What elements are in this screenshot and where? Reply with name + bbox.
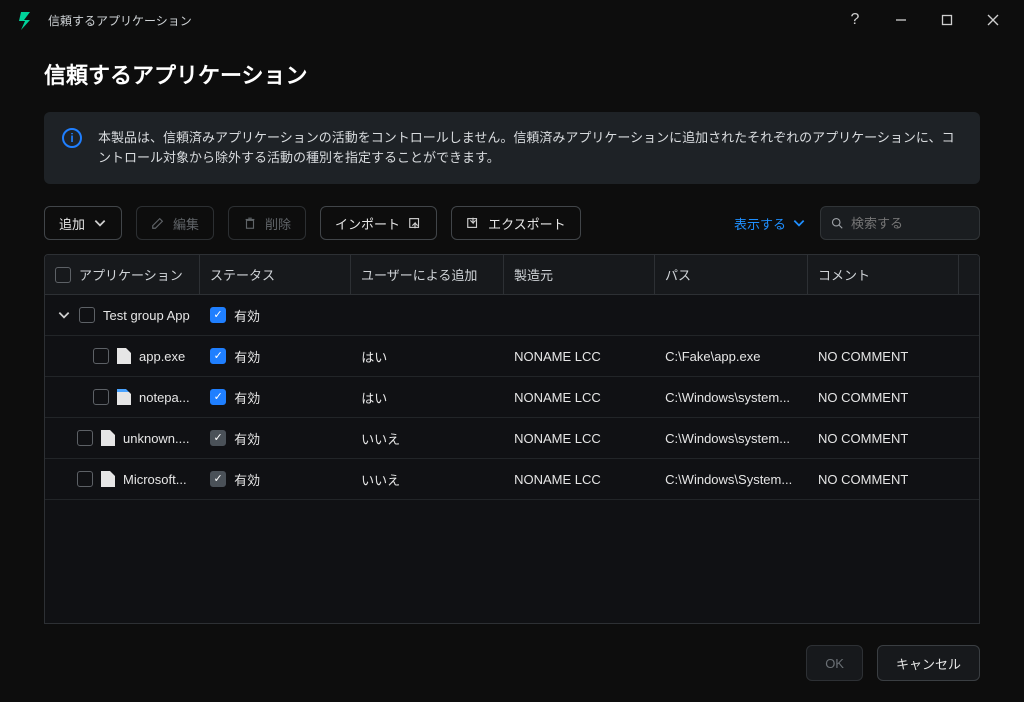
table-header: アプリケーション ステータス ユーザーによる追加 製造元 パス コメント <box>45 255 979 295</box>
titlebar: 信頼するアプリケーション ? <box>0 0 1024 40</box>
ok-button[interactable]: OK <box>806 645 863 681</box>
group-name: Test group App <box>103 308 190 323</box>
status-toggle[interactable] <box>210 430 226 446</box>
row-checkbox[interactable] <box>77 471 93 487</box>
maximize-button[interactable] <box>924 5 970 35</box>
col-status[interactable]: ステータス <box>200 255 351 294</box>
minimize-button[interactable] <box>878 5 924 35</box>
file-icon <box>101 471 115 487</box>
app-name: unknown.... <box>123 431 190 446</box>
file-icon <box>117 348 131 364</box>
col-path[interactable]: パス <box>655 255 808 294</box>
app-logo-icon <box>18 10 38 30</box>
col-comment[interactable]: コメント <box>808 255 959 294</box>
close-button[interactable] <box>970 5 1016 35</box>
edit-button[interactable]: 編集 <box>136 206 214 240</box>
row-checkbox[interactable] <box>93 348 109 364</box>
group-checkbox[interactable] <box>79 307 95 323</box>
file-icon <box>101 430 115 446</box>
footer: OK キャンセル <box>0 624 1024 702</box>
chevron-down-icon <box>93 216 107 230</box>
table-row[interactable]: unknown....有効いいえNONAME LCCC:\Windows\sys… <box>45 418 979 459</box>
app-name: app.exe <box>139 349 185 364</box>
import-icon <box>408 216 422 230</box>
export-icon <box>466 216 480 230</box>
table-body: Test group App有効app.exe有効はいNONAME LCCC:\… <box>45 295 979 623</box>
info-banner: i 本製品は、信頼済みアプリケーションの活動をコントロールしません。信頼済みアプ… <box>44 112 980 184</box>
delete-button[interactable]: 削除 <box>228 206 306 240</box>
export-button[interactable]: エクスポート <box>451 206 581 240</box>
status-toggle[interactable] <box>210 307 226 323</box>
status-toggle[interactable] <box>210 389 226 405</box>
chevron-down-icon[interactable] <box>57 308 71 322</box>
help-button[interactable]: ? <box>832 5 878 35</box>
status-toggle[interactable] <box>210 348 226 364</box>
content: 信頼するアプリケーション i 本製品は、信頼済みアプリケーションの活動をコントロ… <box>0 40 1024 624</box>
col-user-added[interactable]: ユーザーによる追加 <box>351 255 504 294</box>
cancel-button[interactable]: キャンセル <box>877 645 980 681</box>
table-row[interactable]: notepa...有効はいNONAME LCCC:\Windows\system… <box>45 377 979 418</box>
row-checkbox[interactable] <box>93 389 109 405</box>
pencil-icon <box>151 216 165 230</box>
toolbar: 追加 編集 削除 インポート エクスポート 表示する <box>44 206 980 240</box>
add-button[interactable]: 追加 <box>44 206 122 240</box>
trash-icon <box>243 216 257 230</box>
table-row[interactable]: app.exe有効はいNONAME LCCC:\Fake\app.exeNO C… <box>45 336 979 377</box>
status-toggle[interactable] <box>210 471 226 487</box>
info-text: 本製品は、信頼済みアプリケーションの活動をコントロールしません。信頼済みアプリケ… <box>98 130 954 165</box>
table-group-row[interactable]: Test group App有効 <box>45 295 979 336</box>
col-application[interactable]: アプリケーション <box>45 255 200 294</box>
chevron-down-icon <box>792 216 806 230</box>
table: アプリケーション ステータス ユーザーによる追加 製造元 パス コメント Tes… <box>44 254 980 624</box>
search-input[interactable] <box>820 206 980 240</box>
file-icon <box>117 389 131 405</box>
select-all-checkbox[interactable] <box>55 267 71 283</box>
window: 信頼するアプリケーション ? 信頼するアプリケーション i 本製品は、信頼済みア… <box>0 0 1024 702</box>
app-name: notepa... <box>139 390 190 405</box>
search-field[interactable] <box>851 216 969 231</box>
window-title: 信頼するアプリケーション <box>48 12 192 29</box>
col-vendor[interactable]: 製造元 <box>504 255 655 294</box>
info-icon: i <box>62 128 82 148</box>
table-row[interactable]: Microsoft...有効いいえNONAME LCCC:\Windows\Sy… <box>45 459 979 500</box>
row-checkbox[interactable] <box>77 430 93 446</box>
display-dropdown[interactable]: 表示する <box>734 214 806 233</box>
app-name: Microsoft... <box>123 472 187 487</box>
page-title: 信頼するアプリケーション <box>44 58 980 90</box>
search-icon <box>831 216 843 230</box>
import-button[interactable]: インポート <box>320 206 437 240</box>
